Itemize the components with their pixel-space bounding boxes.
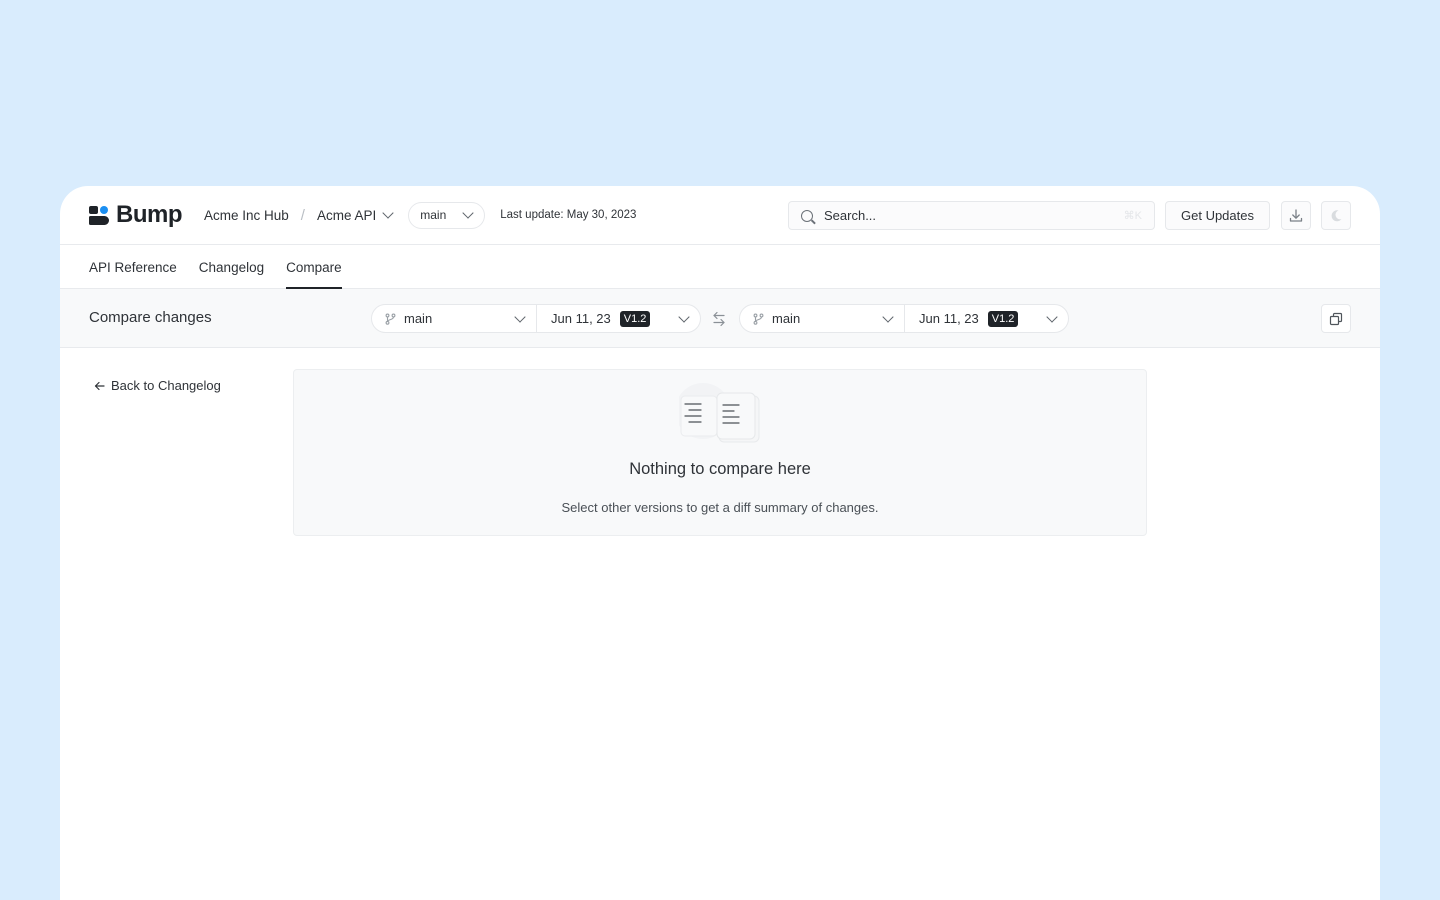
download-icon [1289,208,1303,222]
top-header: Bump Acme Inc Hub / Acme API main Last u… [60,186,1380,245]
right-version-badge: V1.2 [987,310,1019,327]
tab-api-reference[interactable]: API Reference [89,245,177,288]
chevron-down-icon [882,310,894,323]
back-label: Back to Changelog [111,378,221,393]
left-version-select[interactable]: Jun 11, 23 V1.2 [537,305,700,332]
copy-button[interactable] [1321,304,1351,333]
moon-icon [1331,209,1342,221]
branch-icon [385,313,396,325]
hub-link[interactable]: Acme Inc Hub [204,208,289,223]
chevron-down-icon [678,310,690,323]
branch-selector[interactable]: main [408,201,486,229]
chevron-down-icon [514,310,526,323]
breadcrumb-separator: / [300,206,305,224]
right-version-selector: main Jun 11, 23 V1.2 [739,304,1069,333]
compare-title: Compare changes [89,309,212,326]
left-branch-name: main [404,311,433,326]
chevron-down-icon [1046,310,1058,323]
documents-illustration-icon [679,383,760,443]
search-icon [801,209,813,222]
nav-tabs: API Reference Changelog Compare [60,245,1380,289]
tab-compare[interactable]: Compare [286,245,342,289]
right-branch-select[interactable]: main [740,305,905,332]
bump-logo-mark [89,205,110,225]
empty-state-subtitle: Select other versions to get a diff summ… [561,500,879,515]
brand-name: Bump [116,201,183,228]
branch-icon [753,313,764,325]
last-update-text: Last update: May 30, 2023 [500,209,637,221]
left-version-selector: main Jun 11, 23 V1.2 [371,304,701,333]
chevron-down-icon [382,207,394,219]
arrow-left-icon [94,381,105,390]
bump-logo[interactable]: Bump [89,201,183,229]
get-updates-button[interactable]: Get Updates [1165,201,1270,230]
back-to-changelog-link[interactable]: Back to Changelog [94,378,221,393]
left-branch-select[interactable]: main [372,305,537,332]
right-version-date: Jun 11, 23 [919,311,979,326]
search-shortcut: ⌘K [1123,210,1142,222]
copy-icon [1329,312,1343,325]
branch-name: main [420,208,447,222]
chevron-down-icon [462,207,474,219]
right-branch-name: main [772,311,801,326]
search-input[interactable]: Search... ⌘K [788,201,1155,230]
left-version-date: Jun 11, 23 [551,311,611,326]
compare-toolbar: Compare changes main Jun 11, 23 V1.2 mai… [60,289,1380,348]
empty-state-title: Nothing to compare here [629,460,811,478]
theme-toggle-button[interactable] [1321,201,1351,230]
empty-state-card: Nothing to compare here Select other ver… [293,369,1147,536]
tab-changelog[interactable]: Changelog [199,245,264,288]
search-placeholder: Search... [824,208,877,223]
left-version-badge: V1.2 [619,310,651,327]
swap-arrows-icon[interactable] [712,311,726,327]
right-version-select[interactable]: Jun 11, 23 V1.2 [905,305,1068,332]
download-button[interactable] [1281,201,1311,230]
api-name: Acme API [316,207,377,223]
api-selector[interactable]: Acme API [316,207,394,223]
app-window: Bump Acme Inc Hub / Acme API main Last u… [60,186,1380,900]
